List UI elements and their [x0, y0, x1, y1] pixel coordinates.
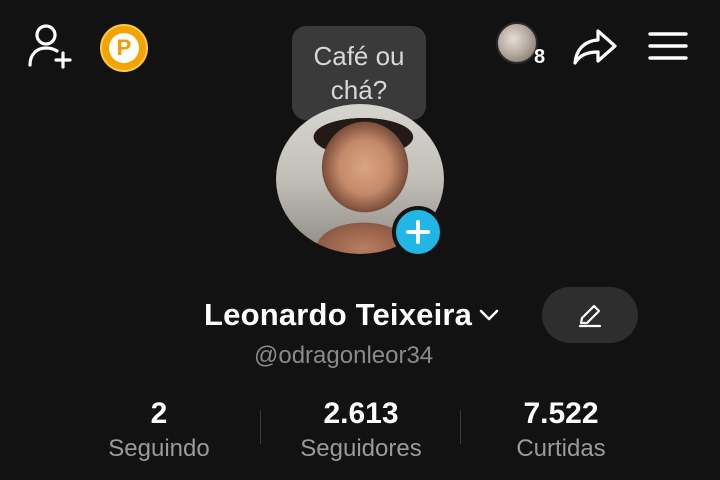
chevron-down-icon [479, 309, 499, 321]
note-text-line-1: Café ou [313, 41, 405, 71]
following-label: Seguindo [108, 435, 210, 462]
profile-screen: P Café ou chá? 8 Leonardo Teixeira @odra… [0, 0, 720, 480]
followers-stat[interactable]: 2.613 Seguidores [261, 396, 461, 466]
hamburger-menu-icon [648, 32, 688, 60]
following-stat[interactable]: 2 Seguindo [59, 396, 259, 466]
share-profile-button[interactable] [570, 24, 620, 70]
followers-label: Seguidores [300, 435, 422, 462]
add-friend-button[interactable] [24, 22, 78, 70]
edit-profile-button[interactable] [542, 287, 638, 343]
pencil-icon [578, 304, 602, 328]
add-story-button[interactable] [392, 206, 444, 258]
note-text-line-2: chá? [330, 75, 388, 105]
likes-stat[interactable]: 7.522 Curtidas [461, 396, 661, 466]
profile-visitors-button[interactable]: 8 [494, 22, 554, 70]
plus-icon [406, 220, 430, 244]
display-name: Leonardo Teixeira [204, 297, 473, 332]
points-icon: P [109, 33, 139, 63]
likes-count: 7.522 [523, 397, 599, 430]
visitors-count: 8 [534, 46, 546, 68]
share-arrow-icon [573, 29, 617, 65]
visitor-avatar [496, 22, 538, 64]
username: @odragonleor34 [254, 342, 434, 369]
account-switcher[interactable]: Leonardo Teixeira [204, 292, 500, 338]
followers-count: 2.613 [323, 397, 399, 430]
points-button[interactable]: P [100, 24, 148, 72]
menu-button[interactable] [644, 26, 692, 66]
following-count: 2 [150, 397, 168, 430]
likes-label: Curtidas [516, 435, 606, 462]
person-plus-icon [28, 24, 72, 69]
